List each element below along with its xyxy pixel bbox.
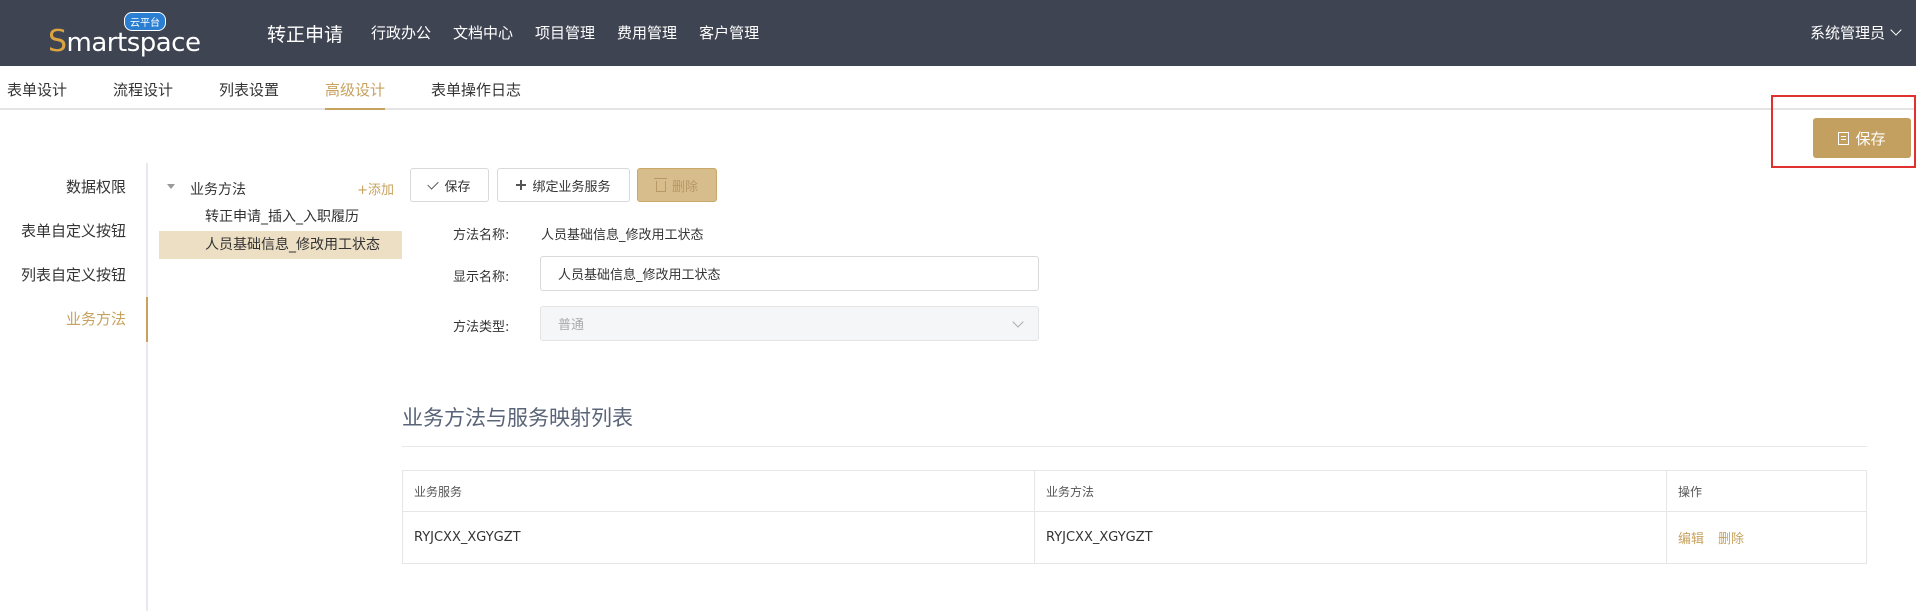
column-header-service: 业务服务 (403, 471, 1035, 511)
left-nav-form-custom-buttons[interactable]: 表单自定义按钮 (21, 220, 126, 241)
app-title: 转正申请 (267, 24, 344, 46)
left-nav-active-indicator (146, 297, 148, 342)
top-save-label: 保存 (1855, 129, 1886, 148)
save-button[interactable]: 保存 (410, 168, 489, 202)
left-nav-divider (146, 163, 148, 611)
method-type-label: 方法类型: (453, 320, 510, 335)
delete-label: 删除 (671, 179, 698, 195)
tab-form-design[interactable]: 表单设计 (7, 79, 67, 110)
logo-letters: martspace (66, 28, 201, 58)
section-divider (402, 446, 1867, 447)
top-nav-expense-management[interactable]: 费用管理 (617, 22, 677, 43)
method-name-value: 人员基础信息_修改用工状态 (541, 228, 704, 243)
top-nav-project-management[interactable]: 项目管理 (535, 22, 595, 43)
left-nav-business-methods[interactable]: 业务方法 (66, 308, 126, 329)
trash-icon (653, 177, 667, 192)
method-type-value: 普通 (558, 318, 585, 333)
top-nav-customer-management[interactable]: 客户管理 (699, 22, 759, 43)
tab-flow-design[interactable]: 流程设计 (113, 79, 173, 110)
top-bar: Smartspace 云平台 转正申请 行政办公 文档中心 项目管理 费用管理 … (0, 0, 1916, 66)
plus-icon (516, 180, 527, 190)
cell-service: RYJCXX_XGYGZT (403, 512, 1035, 563)
bind-service-button[interactable]: 绑定业务服务 (497, 168, 630, 202)
top-nav: 行政办公 文档中心 项目管理 费用管理 客户管理 (371, 22, 759, 43)
method-name-label: 方法名称: (453, 228, 510, 243)
top-nav-admin-office[interactable]: 行政办公 (371, 22, 431, 43)
table-header: 业务服务 业务方法 操作 (403, 471, 1866, 512)
user-menu[interactable]: 系统管理员 (1809, 22, 1902, 43)
chevron-down-icon (1012, 316, 1024, 328)
edit-link[interactable]: 编辑 (1678, 528, 1704, 547)
tree-item-selected[interactable]: 人员基础信息_修改用工状态 (159, 231, 402, 259)
column-header-method: 业务方法 (1035, 471, 1667, 511)
column-header-actions: 操作 (1678, 484, 1703, 499)
mapping-section-title: 业务方法与服务映射列表 (402, 406, 633, 430)
mapping-table: 业务服务 业务方法 操作 RYJCXX_XGYGZT RYJCXX_XGYGZT… (402, 470, 1867, 564)
add-method-link[interactable]: +添加 (357, 179, 394, 198)
logo-text: Smartspace (48, 24, 201, 59)
left-nav-list-custom-buttons[interactable]: 列表自定义按钮 (21, 264, 126, 285)
logo-letter-s: S (48, 24, 67, 59)
document-icon (1838, 131, 1850, 145)
display-name-label: 显示名称: (453, 270, 510, 285)
tab-form-operation-log[interactable]: 表单操作日志 (431, 79, 521, 110)
cell-method: RYJCXX_XGYGZT (1035, 512, 1667, 563)
cell-actions: 编辑 删除 (1667, 512, 1866, 563)
left-nav-data-permission[interactable]: 数据权限 (66, 176, 126, 197)
method-type-select[interactable]: 普通 (540, 306, 1039, 341)
save-label: 保存 (444, 179, 471, 195)
bind-service-label: 绑定业务服务 (532, 179, 611, 195)
top-save-button[interactable]: 保存 (1813, 118, 1911, 158)
chevron-down-icon (1890, 24, 1902, 36)
top-nav-document-center[interactable]: 文档中心 (453, 22, 513, 43)
design-tabs: 表单设计 流程设计 列表设置 高级设计 表单操作日志 (0, 66, 1916, 110)
tab-list-settings[interactable]: 列表设置 (219, 79, 279, 110)
tree-root[interactable]: 业务方法 +添加 (159, 175, 402, 201)
user-name: 系统管理员 (1809, 24, 1885, 42)
delete-button[interactable]: 删除 (637, 168, 717, 202)
tree-root-label: 业务方法 (190, 182, 246, 198)
tree-item[interactable]: 转正申请_插入_入职履历 (159, 203, 402, 231)
display-name-input[interactable]: 人员基础信息_修改用工状态 (540, 256, 1039, 291)
smartspace-logo[interactable]: Smartspace 云平台 (44, 10, 201, 59)
check-icon (427, 177, 440, 190)
caret-down-icon[interactable] (167, 184, 175, 189)
delete-link[interactable]: 删除 (1718, 528, 1744, 547)
tab-advanced-design[interactable]: 高级设计 (325, 79, 386, 110)
table-row: RYJCXX_XGYGZT RYJCXX_XGYGZT 编辑 删除 (403, 512, 1866, 563)
logo-badge: 云平台 (124, 12, 166, 31)
